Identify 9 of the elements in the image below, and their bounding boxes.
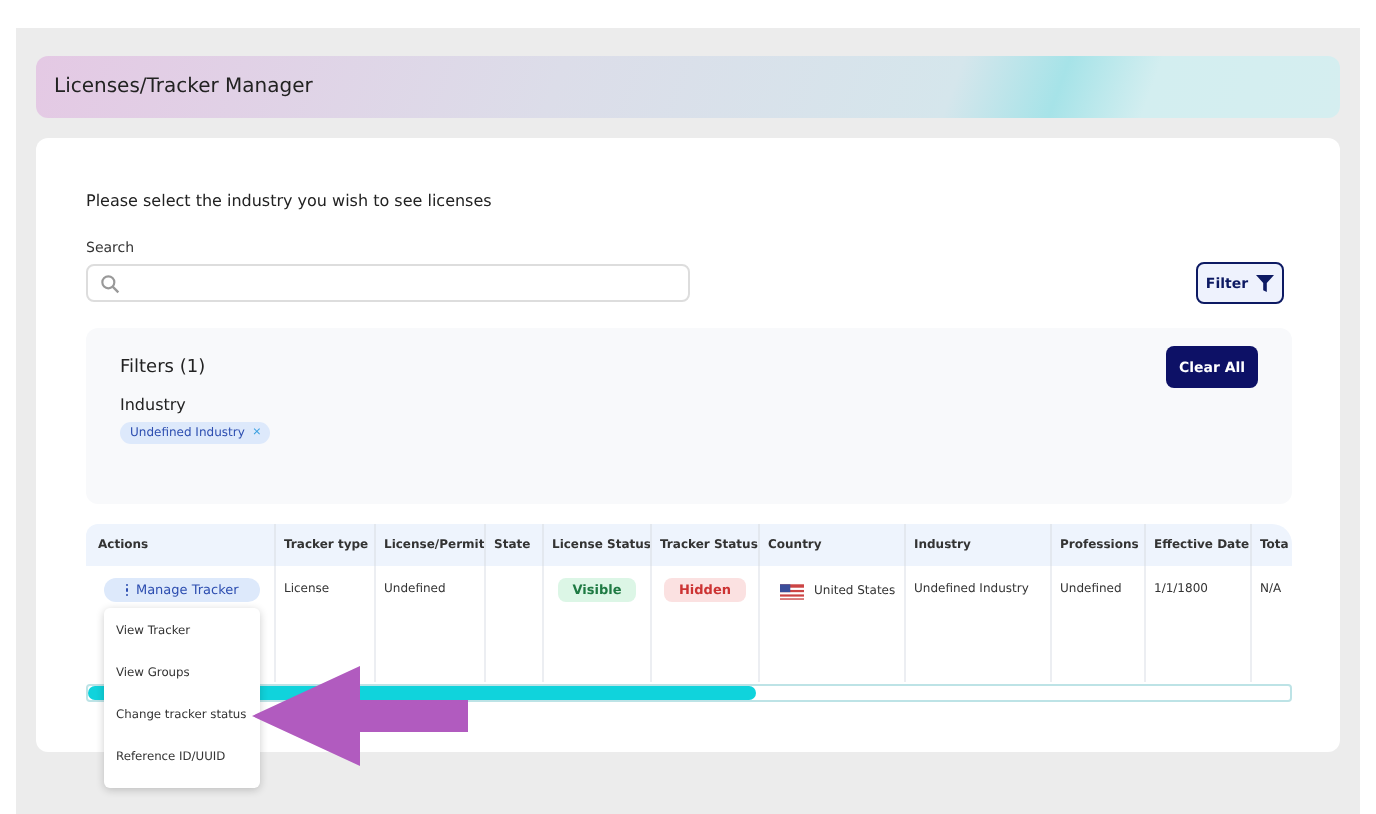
funnel-icon bbox=[1256, 274, 1275, 292]
filters-title: Filters (1) bbox=[120, 357, 206, 377]
instruction-text: Please select the industry you wish to see licenses bbox=[86, 192, 494, 210]
flag-icon bbox=[780, 584, 804, 600]
pointer-arrow-icon bbox=[252, 666, 468, 766]
page-title: Licenses/Tracker Manager bbox=[54, 76, 313, 98]
filter-group-label: Industry bbox=[120, 396, 188, 414]
search-field[interactable] bbox=[86, 264, 690, 302]
search-icon bbox=[100, 273, 120, 293]
